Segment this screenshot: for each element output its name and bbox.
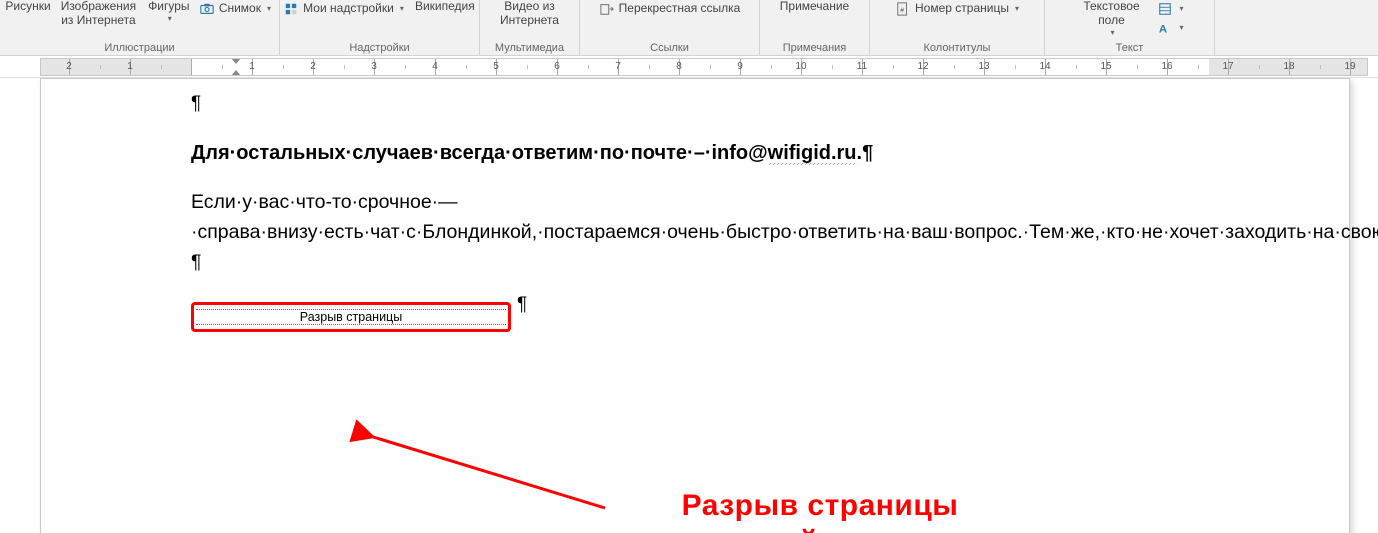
svg-text:A: A [1159, 23, 1167, 35]
online-pictures-button[interactable]: Изображения из Интернета [54, 0, 143, 28]
chevron-down-icon: ▾ [1179, 23, 1183, 32]
annotation-text: Разрыв страницы установленный пользовате… [460, 488, 1180, 533]
chevron-down-icon: ▾ [1179, 4, 1183, 13]
ribbon-group-addins: Мои надстройки ▾ Википедия Надстройки [280, 0, 480, 55]
pictures-button[interactable]: Рисунки [4, 0, 52, 14]
cross-ref-label: Перекрестная ссылка [619, 2, 741, 16]
wikipedia-label: Википедия [415, 0, 475, 14]
annotation-line-1: Разрыв страницы [460, 488, 1180, 524]
ruler-tick-label: 3 [371, 61, 377, 72]
ruler-tick-label: 2 [310, 61, 316, 72]
ribbon-group-media: Видео из Интернета Мультимедиа [480, 0, 580, 55]
chevron-down-icon: ▾ [168, 14, 172, 23]
ribbon-group-illustrations: Рисунки Изображения из Интернета Фигуры … [0, 0, 280, 55]
ribbon-group-label-addins: Надстройки [284, 42, 475, 54]
crossref-icon [599, 1, 615, 17]
annotation-line-2: установленный пользователем [460, 524, 1180, 533]
ruler-tick-label: 8 [676, 61, 682, 72]
my-addins-label: Мои надстройки [303, 2, 394, 16]
body-paragraph-text: Если·у·вас·что-то·срочное·—·справа·внизу… [191, 191, 1378, 273]
spellcheck-error: wifigid.ru [768, 142, 857, 165]
shapes-button[interactable]: Фигуры ▾ [145, 0, 193, 23]
ruler-tick-label: 2 [66, 61, 72, 72]
page-break-label: Разрыв страницы [196, 309, 506, 325]
online-pictures-label: Изображения из Интернета [57, 0, 140, 28]
pilcrow-mark: ¶ [191, 93, 201, 114]
ruler-tick-label: 9 [737, 61, 743, 72]
page-number-button[interactable]: # Номер страницы ▾ [891, 0, 1023, 18]
ruler-tick-label: 5 [493, 61, 499, 72]
ruler-tick-label: 14 [1039, 61, 1050, 72]
screenshot-button[interactable]: Снимок ▾ [195, 0, 275, 18]
chevron-down-icon: ▾ [1015, 4, 1019, 13]
ruler-tick-label: 16 [1161, 61, 1172, 72]
ruler-tick-label: 1 [127, 61, 133, 72]
ruler-tick-label: 6 [554, 61, 560, 72]
screenshot-label: Снимок [219, 2, 261, 16]
empty-paragraph: ¶ [191, 93, 1301, 115]
wordart-button[interactable]: A ▾ [1153, 19, 1187, 37]
ruler[interactable]: 2112345678910111213141516171819 [0, 56, 1378, 78]
shapes-label: Фигуры [148, 0, 189, 14]
ruler-tick-label: 18 [1283, 61, 1294, 72]
my-addins-button[interactable]: Мои надстройки ▾ [279, 0, 408, 18]
ruler-tick-label: 13 [978, 61, 989, 72]
textbox-button[interactable]: Текстовое поле ▾ [1071, 0, 1151, 37]
cross-ref-button[interactable]: Перекрестная ссылка [595, 0, 745, 18]
ribbon-group-comments: Примечание Примечания [760, 0, 870, 55]
chevron-down-icon: ▾ [400, 4, 404, 13]
ribbon: Рисунки Изображения из Интернета Фигуры … [0, 0, 1378, 56]
ruler-tick-label: 7 [615, 61, 621, 72]
wikipedia-button[interactable]: Википедия [410, 0, 480, 14]
document-area: ¶ Для·остальных·случаев·всегда·ответим·п… [0, 78, 1378, 533]
textbox-label: Текстовое поле [1074, 0, 1148, 28]
page-number-label: Номер страницы [915, 2, 1009, 16]
ruler-tick-label: 19 [1344, 61, 1355, 72]
chevron-down-icon: ▾ [267, 4, 271, 13]
wordart-icon: A [1157, 20, 1173, 36]
page[interactable]: ¶ Для·остальных·случаев·всегда·ответим·п… [40, 78, 1350, 533]
ribbon-group-label-comments: Примечания [764, 42, 865, 54]
online-video-label: Видео из Интернета [488, 0, 572, 28]
ruler-tick-label: 1 [249, 61, 255, 72]
online-video-button[interactable]: Видео из Интернета [485, 0, 575, 28]
comment-label: Примечание [780, 0, 849, 14]
first-line-indent-marker[interactable] [231, 58, 241, 64]
chevron-down-icon: ▾ [1110, 28, 1114, 37]
ribbon-group-text: Текстовое поле ▾ ▾ A ▾ Текст [1045, 0, 1215, 55]
ruler-tick-label: 11 [857, 61, 867, 72]
ribbon-group-links: Перекрестная ссылка Ссылки [580, 0, 760, 55]
ribbon-group-label-illustrations: Иллюстрации [4, 42, 275, 54]
pictures-label: Рисунки [5, 0, 50, 14]
ruler-tick-label: 17 [1222, 61, 1233, 72]
bold-paragraph-text: Для·остальных·случаев·всегда·ответим·по·… [191, 142, 873, 165]
ribbon-group-label-headerfooter: Колонтитулы [874, 42, 1040, 54]
ruler-tick-label: 12 [917, 61, 928, 72]
ribbon-group-label-media: Мультимедиа [484, 42, 575, 54]
ribbon-group-label-links: Ссылки [584, 42, 755, 54]
page-number-icon: # [895, 1, 911, 17]
quick-parts-button[interactable]: ▾ [1153, 0, 1187, 18]
comment-button[interactable]: Примечание [777, 0, 852, 14]
bold-paragraph: Для·остальных·случаев·всегда·ответим·по·… [191, 137, 1301, 169]
camera-icon [199, 1, 215, 17]
quick-parts-icon [1157, 1, 1173, 17]
ribbon-group-label-text: Текст [1049, 42, 1210, 54]
pilcrow-mark: ¶ [517, 294, 527, 316]
ribbon-group-headerfooter: # Номер страницы ▾ Колонтитулы [870, 0, 1045, 55]
ruler-tick-label: 15 [1100, 61, 1111, 72]
page-break-indicator[interactable]: Разрыв страницы [191, 302, 511, 332]
svg-text:#: # [900, 8, 904, 15]
ruler-tick-label: 10 [795, 61, 806, 72]
ruler-tick-label: 4 [432, 61, 438, 72]
body-paragraph: Если·у·вас·что-то·срочное·—·справа·внизу… [191, 187, 1171, 278]
hanging-indent-marker[interactable] [231, 70, 241, 76]
store-icon [283, 1, 299, 17]
